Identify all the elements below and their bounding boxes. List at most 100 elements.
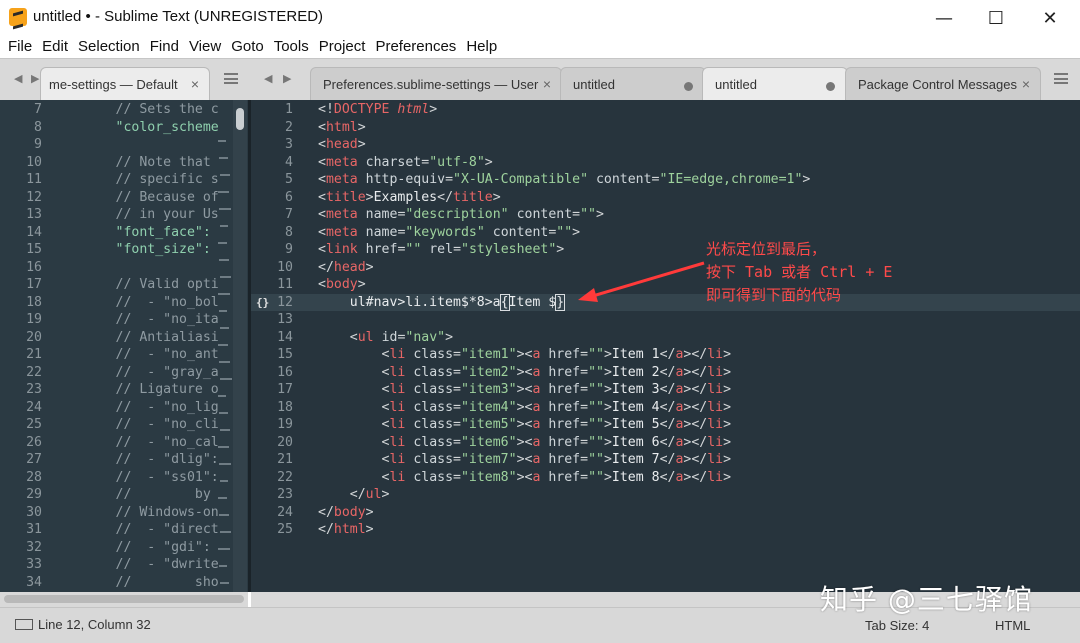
right-editor-pane[interactable]: 1 <!DOCTYPE html> 2 <html> 3 <head> 4 <meta cha… [251,100,1080,592]
line-number: 17 [26,277,42,292]
code-line: "font_face": [52,224,211,240]
syntax-selector[interactable]: HTML [995,618,1030,633]
arrow-head [578,288,598,302]
menu-preferences[interactable]: Preferences [375,36,456,58]
code-line: // - "dwrite [52,557,219,572]
menu-file[interactable]: File [8,36,32,58]
code-line: <li class="item2"><a href="">Item 2</a><… [381,364,732,380]
unsaved-dot-icon[interactable] [684,82,693,91]
maximize-button[interactable]: ☐ [970,0,1022,36]
minimap-line [219,463,231,465]
minimap-line [220,378,232,380]
panel-toggle-icon[interactable] [15,619,33,630]
code-line: // - "direct [52,522,219,537]
left-editor-pane[interactable]: 7 // Sets the c 8 "color_scheme 9 10 // Not… [0,100,248,592]
close-tab-icon[interactable]: × [543,76,551,92]
line-number: 11 [277,277,293,292]
code-line: // - "dlig": [52,452,219,467]
tab-prev-icon[interactable]: ◀ [264,72,272,85]
code-line: <li class="item7"><a href="">Item 7</a><… [381,452,732,467]
code-line: <link href="" rel="stylesheet"> [318,242,565,257]
left-horizontal-scrollbar[interactable] [0,592,248,607]
code-line: </body> [318,504,374,520]
code-line: // - "no_ita [52,312,219,327]
menu-tools[interactable]: Tools [274,36,309,58]
code-line: <html> [318,119,366,135]
menu-project[interactable]: Project [319,36,366,58]
close-tab-icon[interactable]: × [191,76,199,92]
menu-view[interactable]: View [189,36,221,58]
tab-preferences-user[interactable]: Preferences.sublime-settings — User × [310,67,562,101]
sublime-app-icon [9,8,27,26]
code-line: </head> [318,259,374,275]
title-bar: untitled • - Sublime Text (UNREGISTERED)… [0,0,1080,36]
window-title: untitled • - Sublime Text (UNREGISTERED) [33,8,324,25]
close-button[interactable]: ✕ [1024,0,1076,36]
annotation-arrow [578,261,705,302]
line-number: 26 [26,434,42,450]
code-line: // sho [52,574,219,590]
menu-goto[interactable]: Goto [231,36,264,58]
annotation-line: 按下 Tab 或者 Ctrl + E [706,263,893,281]
line-number: 7 [34,102,42,117]
menu-find[interactable]: Find [150,36,179,58]
tab-label: untitled [715,77,757,92]
code-line: "font_size": [52,242,211,257]
line-number: 24 [26,399,42,415]
right-pane-menu-icon[interactable] [1054,73,1068,84]
tab-untitled-1[interactable]: untitled [560,67,706,101]
code-line: <ul id="nav"> [349,329,454,345]
tab-default-settings[interactable]: me-settings — Default × [40,67,210,101]
tab-untitled-2[interactable]: untitled [702,67,848,101]
tab-package-control-messages[interactable]: Package Control Messages × [845,67,1041,101]
code-line: // - "no_bol [52,294,219,310]
line-number: 22 [277,469,293,485]
tab-prev-icon[interactable]: ◀ [14,72,22,85]
line-number: 30 [26,504,42,520]
line-number: 15 [26,242,42,257]
left-minimap[interactable] [216,100,232,592]
line-number: 16 [277,364,293,380]
menu-edit[interactable]: Edit [42,36,68,58]
close-tab-icon[interactable]: × [1022,76,1030,92]
minimap-line [219,514,229,516]
line-number: 33 [26,557,42,572]
code-line: <li class="item8"><a href="">Item 8</a><… [381,469,732,485]
tab-next-icon[interactable]: ▶ [31,72,39,85]
line-number: 23 [26,382,42,397]
minimize-button[interactable]: — [918,0,970,36]
code-line: // Because of [52,189,219,205]
menu-help[interactable]: Help [466,36,497,58]
menu-selection[interactable]: Selection [78,36,140,58]
line-number: 31 [26,522,42,537]
code-line: // Antialiasi [52,329,219,345]
tab-next-icon[interactable]: ▶ [283,72,291,85]
code-line: // by [52,487,211,502]
code-line: <li class="item3"><a href="">Item 3</a><… [381,382,732,397]
minimap-line [220,531,231,533]
line-number: 16 [26,259,42,275]
code-line: <head> [318,137,366,152]
minimap-line [219,208,231,210]
annotation-line: 即可得到下面的代码 [706,286,842,304]
code-line: // - "gray_a [52,364,219,380]
code-line: // Valid opti [52,277,219,292]
annotation-line: 光标定位到最后， [706,240,827,258]
left-pane-menu-icon[interactable] [224,73,238,84]
scrollbar-thumb[interactable] [4,595,244,603]
line-number: 10 [277,259,293,275]
code-line: </html> [318,522,374,537]
line-number: 14 [277,329,293,345]
left-vertical-scrollbar[interactable] [233,100,247,592]
line-number: 28 [26,469,42,485]
code-line: <li class="item4"><a href="">Item 4</a><… [381,399,732,415]
tab-size-selector[interactable]: Tab Size: 4 [865,618,929,633]
minimap-line [220,276,231,278]
line-number: 23 [277,487,293,502]
close-icon: ✕ [1042,7,1058,29]
line-number: 14 [26,224,42,240]
minimap-line [220,582,229,584]
code-line: <li class="item6"><a href="">Item 6</a><… [381,434,732,450]
unsaved-dot-icon[interactable] [826,82,835,91]
scrollbar-thumb[interactable] [236,108,244,130]
